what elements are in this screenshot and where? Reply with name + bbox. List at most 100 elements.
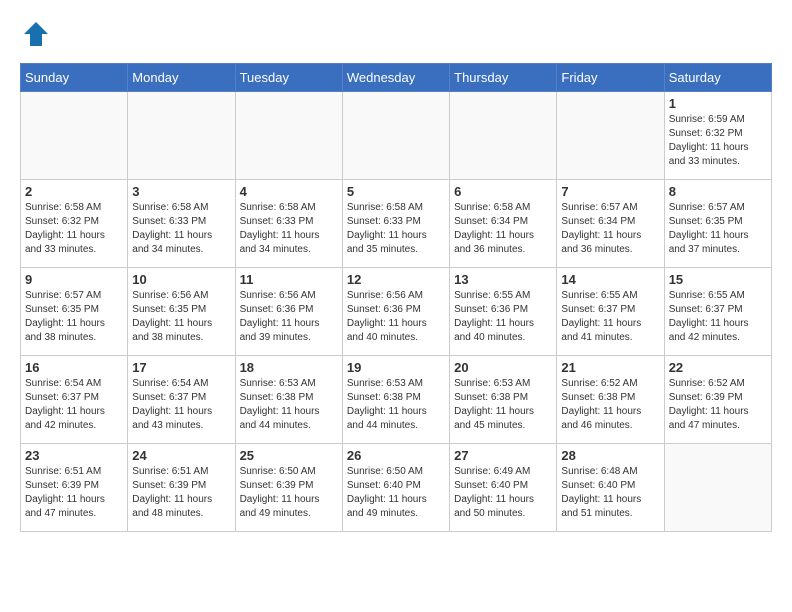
- day-info: Sunrise: 6:50 AM Sunset: 6:40 PM Dayligh…: [347, 465, 445, 521]
- day-info: Sunrise: 6:55 AM Sunset: 6:37 PM Dayligh…: [669, 289, 767, 345]
- day-info: Sunrise: 6:52 AM Sunset: 6:38 PM Dayligh…: [561, 377, 659, 433]
- calendar-cell: 1 Sunrise: 6:59 AM Sunset: 6:32 PM Daylig…: [664, 92, 771, 180]
- calendar-cell: 7 Sunrise: 6:57 AM Sunset: 6:34 PM Daylig…: [557, 180, 664, 268]
- weekday-wednesday: Wednesday: [342, 64, 449, 92]
- day-number: 2: [25, 184, 123, 199]
- day-number: 15: [669, 272, 767, 287]
- calendar-cell: 8 Sunrise: 6:57 AM Sunset: 6:35 PM Daylig…: [664, 180, 771, 268]
- day-info: Sunrise: 6:55 AM Sunset: 6:36 PM Dayligh…: [454, 289, 552, 345]
- day-info: Sunrise: 6:51 AM Sunset: 6:39 PM Dayligh…: [25, 465, 123, 521]
- calendar-cell: 19 Sunrise: 6:53 AM Sunset: 6:38 PM Dayli…: [342, 356, 449, 444]
- day-info: Sunrise: 6:58 AM Sunset: 6:33 PM Dayligh…: [347, 201, 445, 257]
- logo: [20, 20, 50, 53]
- calendar-cell: 5 Sunrise: 6:58 AM Sunset: 6:33 PM Daylig…: [342, 180, 449, 268]
- day-number: 26: [347, 448, 445, 463]
- day-number: 20: [454, 360, 552, 375]
- weekday-tuesday: Tuesday: [235, 64, 342, 92]
- calendar-cell: 9 Sunrise: 6:57 AM Sunset: 6:35 PM Daylig…: [21, 268, 128, 356]
- calendar-cell: 17 Sunrise: 6:54 AM Sunset: 6:37 PM Dayli…: [128, 356, 235, 444]
- day-number: 19: [347, 360, 445, 375]
- week-row-4: 23 Sunrise: 6:51 AM Sunset: 6:39 PM Dayli…: [21, 444, 772, 532]
- calendar-cell: 23 Sunrise: 6:51 AM Sunset: 6:39 PM Dayli…: [21, 444, 128, 532]
- week-row-0: 1 Sunrise: 6:59 AM Sunset: 6:32 PM Daylig…: [21, 92, 772, 180]
- day-info: Sunrise: 6:52 AM Sunset: 6:39 PM Dayligh…: [669, 377, 767, 433]
- calendar-cell: 6Sunrise: 6:58 AM Sunset: 6:34 PM Daylig…: [450, 180, 557, 268]
- day-number: 12: [347, 272, 445, 287]
- day-number: 9: [25, 272, 123, 287]
- weekday-thursday: Thursday: [450, 64, 557, 92]
- day-info: Sunrise: 6:59 AM Sunset: 6:32 PM Dayligh…: [669, 113, 767, 169]
- calendar-cell: 24 Sunrise: 6:51 AM Sunset: 6:39 PM Dayli…: [128, 444, 235, 532]
- calendar-cell: 11Sunrise: 6:56 AM Sunset: 6:36 PM Dayli…: [235, 268, 342, 356]
- calendar-table: SundayMondayTuesdayWednesdayThursdayFrid…: [20, 63, 772, 532]
- calendar-cell: [342, 92, 449, 180]
- day-info: Sunrise: 6:58 AM Sunset: 6:33 PM Dayligh…: [240, 201, 338, 257]
- day-number: 8: [669, 184, 767, 199]
- calendar-cell: 13 Sunrise: 6:55 AM Sunset: 6:36 PM Dayli…: [450, 268, 557, 356]
- calendar-cell: 20 Sunrise: 6:53 AM Sunset: 6:38 PM Dayli…: [450, 356, 557, 444]
- day-number: 3: [132, 184, 230, 199]
- day-info: Sunrise: 6:53 AM Sunset: 6:38 PM Dayligh…: [454, 377, 552, 433]
- day-number: 14: [561, 272, 659, 287]
- day-number: 28: [561, 448, 659, 463]
- day-number: 23: [25, 448, 123, 463]
- day-number: 18: [240, 360, 338, 375]
- weekday-header-row: SundayMondayTuesdayWednesdayThursdayFrid…: [21, 64, 772, 92]
- day-info: Sunrise: 6:53 AM Sunset: 6:38 PM Dayligh…: [347, 377, 445, 433]
- day-number: 16: [25, 360, 123, 375]
- calendar-cell: 27 Sunrise: 6:49 AM Sunset: 6:40 PM Dayli…: [450, 444, 557, 532]
- day-number: 6: [454, 184, 552, 199]
- day-info: Sunrise: 6:50 AM Sunset: 6:39 PM Dayligh…: [240, 465, 338, 521]
- day-number: 4: [240, 184, 338, 199]
- day-info: Sunrise: 6:54 AM Sunset: 6:37 PM Dayligh…: [132, 377, 230, 433]
- week-row-3: 16 Sunrise: 6:54 AM Sunset: 6:37 PM Dayli…: [21, 356, 772, 444]
- day-info: Sunrise: 6:55 AM Sunset: 6:37 PM Dayligh…: [561, 289, 659, 345]
- day-number: 22: [669, 360, 767, 375]
- day-number: 27: [454, 448, 552, 463]
- page-header: [20, 20, 772, 53]
- calendar-cell: 26 Sunrise: 6:50 AM Sunset: 6:40 PM Dayli…: [342, 444, 449, 532]
- calendar-cell: 12 Sunrise: 6:56 AM Sunset: 6:36 PM Dayli…: [342, 268, 449, 356]
- day-info: Sunrise: 6:58 AM Sunset: 6:32 PM Dayligh…: [25, 201, 123, 257]
- day-number: 10: [132, 272, 230, 287]
- calendar-cell: 4 Sunrise: 6:58 AM Sunset: 6:33 PM Daylig…: [235, 180, 342, 268]
- weekday-friday: Friday: [557, 64, 664, 92]
- calendar-cell: [21, 92, 128, 180]
- calendar-cell: [450, 92, 557, 180]
- day-info: Sunrise: 6:57 AM Sunset: 6:35 PM Dayligh…: [669, 201, 767, 257]
- day-info: Sunrise: 6:56 AM Sunset: 6:36 PM Dayligh…: [347, 289, 445, 345]
- day-info: Sunrise: 6:57 AM Sunset: 6:35 PM Dayligh…: [25, 289, 123, 345]
- day-info: Sunrise: 6:48 AM Sunset: 6:40 PM Dayligh…: [561, 465, 659, 521]
- day-info: Sunrise: 6:58 AM Sunset: 6:33 PM Dayligh…: [132, 201, 230, 257]
- calendar-cell: 14 Sunrise: 6:55 AM Sunset: 6:37 PM Dayli…: [557, 268, 664, 356]
- week-row-2: 9 Sunrise: 6:57 AM Sunset: 6:35 PM Daylig…: [21, 268, 772, 356]
- calendar-body: 1 Sunrise: 6:59 AM Sunset: 6:32 PM Daylig…: [21, 92, 772, 532]
- day-number: 7: [561, 184, 659, 199]
- calendar-cell: 3 Sunrise: 6:58 AM Sunset: 6:33 PM Daylig…: [128, 180, 235, 268]
- calendar-cell: 22 Sunrise: 6:52 AM Sunset: 6:39 PM Dayli…: [664, 356, 771, 444]
- calendar-cell: 21Sunrise: 6:52 AM Sunset: 6:38 PM Dayli…: [557, 356, 664, 444]
- day-info: Sunrise: 6:51 AM Sunset: 6:39 PM Dayligh…: [132, 465, 230, 521]
- day-info: Sunrise: 6:57 AM Sunset: 6:34 PM Dayligh…: [561, 201, 659, 257]
- day-info: Sunrise: 6:49 AM Sunset: 6:40 PM Dayligh…: [454, 465, 552, 521]
- day-info: Sunrise: 6:56 AM Sunset: 6:35 PM Dayligh…: [132, 289, 230, 345]
- day-number: 11: [240, 272, 338, 287]
- day-number: 24: [132, 448, 230, 463]
- calendar-cell: 2 Sunrise: 6:58 AM Sunset: 6:32 PM Daylig…: [21, 180, 128, 268]
- calendar-cell: [235, 92, 342, 180]
- weekday-sunday: Sunday: [21, 64, 128, 92]
- weekday-saturday: Saturday: [664, 64, 771, 92]
- calendar-cell: 15 Sunrise: 6:55 AM Sunset: 6:37 PM Dayli…: [664, 268, 771, 356]
- day-number: 13: [454, 272, 552, 287]
- calendar-cell: 28 Sunrise: 6:48 AM Sunset: 6:40 PM Dayli…: [557, 444, 664, 532]
- day-number: 5: [347, 184, 445, 199]
- day-info: Sunrise: 6:53 AM Sunset: 6:38 PM Dayligh…: [240, 377, 338, 433]
- calendar-cell: 16Sunrise: 6:54 AM Sunset: 6:37 PM Dayli…: [21, 356, 128, 444]
- calendar-cell: 25Sunrise: 6:50 AM Sunset: 6:39 PM Dayli…: [235, 444, 342, 532]
- calendar-cell: 18 Sunrise: 6:53 AM Sunset: 6:38 PM Dayli…: [235, 356, 342, 444]
- day-number: 17: [132, 360, 230, 375]
- calendar-cell: [557, 92, 664, 180]
- day-number: 1: [669, 96, 767, 111]
- calendar-cell: [128, 92, 235, 180]
- calendar-cell: 10 Sunrise: 6:56 AM Sunset: 6:35 PM Dayli…: [128, 268, 235, 356]
